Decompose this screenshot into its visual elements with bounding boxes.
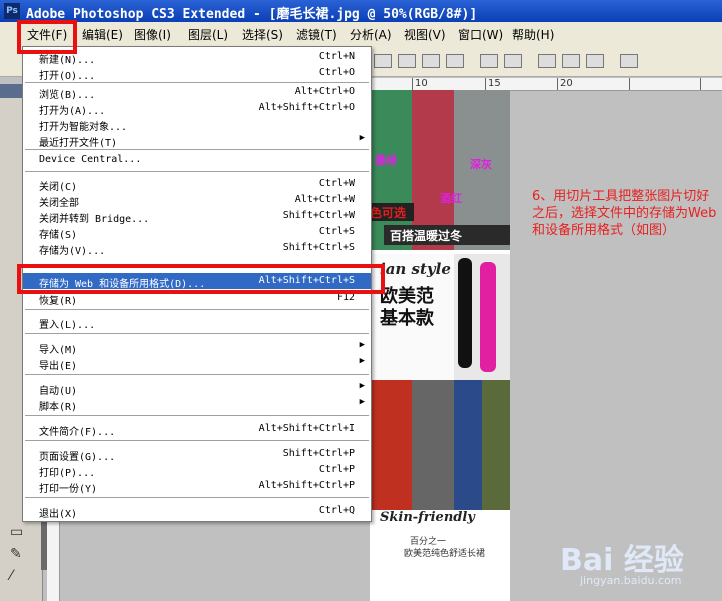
distribute-vcenter-icon[interactable] (504, 54, 522, 68)
menu-separator (25, 149, 369, 150)
align-vcenter-icon[interactable] (398, 54, 416, 68)
ruler-tick-10: 10 (415, 78, 428, 89)
menu-separator (25, 309, 369, 310)
promo-banner-text: 百搭温暖过冬 (390, 229, 463, 243)
menu-item-export[interactable]: 导出(E) ▶ (23, 355, 371, 372)
menu-item-save[interactable]: 存储(S) Ctrl+S (23, 224, 371, 241)
document-canvas[interactable]: 墨绿 深灰 酒红 色可选 百搭温暖过冬 ian style 欧美范 基本款 Sk… (370, 90, 510, 601)
menu-separator (25, 415, 369, 416)
menu-select[interactable]: 选择(S) (242, 26, 283, 43)
menu-filter[interactable]: 滤镜(T) (296, 26, 337, 43)
window-title: Adobe Photoshop CS3 Extended - [磨毛长裙.jpg… (26, 7, 478, 22)
menu-separator (25, 333, 369, 334)
tutorial-annotation: 6、用切片工具把整张图片切好之后，选择文件中的存储为Web和设备所用格式（如图） (532, 189, 717, 238)
menu-item-place[interactable]: 置入(L)... (23, 314, 371, 331)
menu-item-scripts[interactable]: 脚本(R) ▶ (23, 396, 371, 413)
menu-image[interactable]: 图像(I) (134, 26, 171, 43)
menu-item-print-one-copy[interactable]: 打印一份(Y) Alt+Shift+Ctrl+P (23, 478, 371, 495)
color-label-red: 酒红 (440, 192, 462, 205)
distribute-right-icon[interactable] (586, 54, 604, 68)
menu-layer[interactable]: 图层(L) (188, 26, 228, 43)
menu-help[interactable]: 帮助(H) (512, 26, 554, 43)
submenu-arrow-icon: ▶ (359, 356, 365, 366)
menu-bar: 文件(F) 编辑(E) 图像(I) 图层(L) 选择(S) 滤镜(T) 分析(A… (0, 22, 722, 47)
submenu-arrow-icon: ▶ (359, 133, 365, 143)
menu-item-automate[interactable]: 自动(U) ▶ (23, 380, 371, 397)
align-left-icon[interactable] (446, 54, 464, 68)
subtitle-dress: 欧美范纯色舒适长裙 (404, 549, 486, 559)
menu-item-close[interactable]: 关闭(C) Ctrl+W (23, 176, 371, 193)
rectangle-shape-icon[interactable]: ▭ (10, 524, 30, 542)
color-label-gray: 深灰 (470, 158, 492, 171)
menu-edit[interactable]: 编辑(E) (82, 26, 123, 43)
menu-separator (25, 497, 369, 498)
menu-item-print[interactable]: 打印(P)... Ctrl+P (23, 462, 371, 479)
menu-item-open-smart-object[interactable]: 打开为智能对象... (23, 116, 371, 133)
skin-friendly-heading: Skin-friendly (380, 510, 475, 525)
photoshop-app-icon: Ps (4, 3, 20, 19)
menu-item-import[interactable]: 导入(M) ▶ (23, 339, 371, 356)
menu-window[interactable]: 窗口(W) (458, 26, 503, 43)
style-heading: ian style (380, 260, 451, 278)
menu-separator (25, 440, 369, 441)
menu-item-open[interactable]: 打开(O)... Ctrl+O (23, 65, 371, 82)
eyedropper-icon[interactable]: ⁄ (10, 568, 30, 586)
menu-item-open-as[interactable]: 打开为(A)... Alt+Shift+Ctrl+O (23, 100, 371, 117)
color-label-green: 墨绿 (375, 154, 397, 167)
notes-icon[interactable]: ✎ (10, 546, 30, 564)
ruler-tick-15: 15 (488, 78, 501, 89)
vertical-ruler (47, 520, 60, 601)
menu-item-close-all[interactable]: 关闭全部 Alt+Ctrl+W (23, 192, 371, 209)
save-for-web-highlight-box (17, 264, 385, 294)
watermark-url: jingyan.baidu.com (580, 574, 682, 587)
menu-item-recent-files[interactable]: 最近打开文件(T) ▶ (23, 132, 371, 149)
distribute-hcenter-icon[interactable] (562, 54, 580, 68)
baidu-jingyan-logo: Bai 经验 (560, 543, 684, 578)
submenu-arrow-icon: ▶ (359, 340, 365, 350)
product-photo-middle (370, 380, 510, 510)
distribute-left-icon[interactable] (538, 54, 556, 68)
menu-item-browse[interactable]: 浏览(B)... Alt+Ctrl+O (23, 84, 371, 101)
auto-align-icon[interactable] (620, 54, 638, 68)
menu-separator (25, 82, 369, 83)
workspace-background (60, 520, 370, 601)
menu-item-save-as[interactable]: 存储为(V)... Shift+Ctrl+S (23, 240, 371, 257)
submenu-arrow-icon: ▶ (359, 381, 365, 391)
submenu-arrow-icon: ▶ (359, 397, 365, 407)
distribute-top-icon[interactable] (480, 54, 498, 68)
file-menu-highlight-box (17, 20, 77, 54)
menu-view[interactable]: 视图(V) (404, 26, 446, 43)
align-bottom-icon[interactable] (422, 54, 440, 68)
menu-item-file-info[interactable]: 文件简介(F)... Alt+Shift+Ctrl+I (23, 421, 371, 438)
menu-separator (25, 171, 369, 172)
title-bar: Ps Adobe Photoshop CS3 Extended - [磨毛长裙.… (0, 0, 722, 22)
menu-item-exit[interactable]: 退出(X) Ctrl+Q (23, 503, 371, 520)
align-top-icon[interactable] (374, 54, 392, 68)
basic-style-heading: 基本款 (380, 308, 434, 329)
menu-analysis[interactable]: 分析(A) (350, 26, 392, 43)
menu-item-device-central[interactable]: Device Central... (23, 152, 371, 168)
menu-item-page-setup[interactable]: 页面设置(G)... Shift+Ctrl+P (23, 446, 371, 463)
color-option-text: 色可选 (370, 206, 407, 220)
menu-item-close-go-bridge[interactable]: 关闭并转到 Bridge... Shift+Ctrl+W (23, 208, 371, 225)
ruler-tick-20: 20 (560, 78, 573, 89)
menu-separator (25, 374, 369, 375)
